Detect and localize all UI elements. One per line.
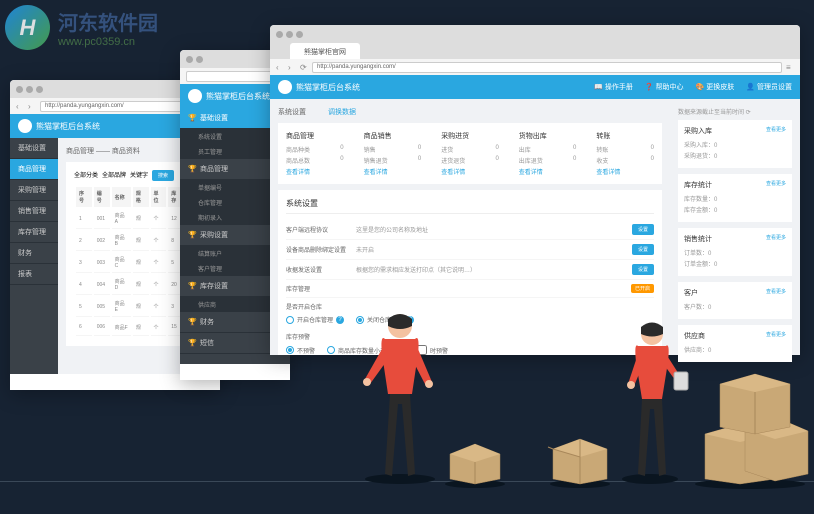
box-stack-illustration	[690, 339, 810, 489]
app-logo-icon	[188, 89, 202, 103]
config-button[interactable]: 设置	[632, 264, 654, 275]
overview-col: 采购进货 进货0 进货退货0 查看详情	[441, 131, 499, 176]
person-illustration	[340, 304, 460, 484]
config-row: 库存管理 已开启	[286, 280, 654, 298]
trophy-icon: 🏆	[188, 165, 196, 173]
stat-card: 销售统计查看更多 订单数：0 订单金额：0	[678, 228, 792, 276]
search-button[interactable]: 搜索	[152, 170, 174, 181]
tab-bar: 熊猫掌柜官网	[270, 43, 800, 59]
window-btn[interactable]	[36, 86, 43, 93]
back-icon[interactable]: ‹	[16, 102, 24, 110]
sidebar-item[interactable]: 商品管理	[10, 159, 58, 180]
config-row: 客户端远程协议 这里是您的公司名称及地址 设置	[286, 220, 654, 240]
stats-header: 数据来源截止至当前时间 ⟳	[678, 107, 792, 116]
browser-tab[interactable]: 熊猫掌柜官网	[290, 43, 360, 59]
watermark-url: www.pc0359.cn	[58, 36, 158, 48]
overview-col: 转账 转账0 收支0 查看详情	[596, 131, 654, 176]
detail-link[interactable]: 查看详情	[364, 167, 422, 176]
filter[interactable]: 全部分类	[74, 170, 98, 181]
window-btn[interactable]	[26, 86, 33, 93]
sidebar-item[interactable]: 基础设置	[10, 138, 58, 159]
detail-link[interactable]: 查看详情	[596, 167, 654, 176]
menu-icon[interactable]: ≡	[786, 63, 794, 71]
reload-icon[interactable]: ⟳	[300, 63, 308, 71]
forward-icon[interactable]: ›	[28, 102, 36, 110]
overview-col: 商品销售 销售0 销售退货0 查看详情	[364, 131, 422, 176]
window-controls	[270, 25, 800, 43]
panel-title: 系统设置	[286, 198, 654, 214]
trophy-icon: 🏆	[188, 231, 196, 239]
sidebar-item[interactable]: 库存管理	[10, 222, 58, 243]
config-row: 设备商品删除绑定设置 未开启 设置	[286, 240, 654, 260]
config-row: 收据发送设置 根据您的需求相应发送打印点（其它说明…） 设置	[286, 260, 654, 280]
trophy-icon: 🏆	[188, 318, 196, 326]
sidebar: 基础设置 商品管理 采购管理 销售管理 库存管理 财务 报表	[10, 138, 58, 374]
trophy-icon: 🏆	[188, 282, 196, 290]
watermark-title: 河东软件园	[58, 7, 158, 36]
person-illustration	[600, 314, 700, 484]
stat-card: 库存统计查看更多 库存数量：0 库存金额：0	[678, 174, 792, 222]
filter[interactable]: 全部品牌	[102, 170, 126, 181]
back-icon[interactable]: ‹	[276, 63, 284, 71]
more-link[interactable]: 查看更多	[766, 126, 786, 136]
window-btn[interactable]	[296, 31, 303, 38]
filter[interactable]: 关键字	[130, 170, 148, 181]
app-header: 熊猫掌柜后台系统 📖操作手册 ❓帮助中心 🎨更换皮肤 👤管理员设置	[270, 75, 800, 99]
url-input[interactable]: http://panda.yungangxin.com/	[312, 62, 782, 73]
config-button[interactable]: 设置	[632, 244, 654, 255]
more-link[interactable]: 查看更多	[766, 288, 786, 298]
watermark: H 河东软件园 www.pc0359.cn	[5, 5, 158, 50]
radio-icon	[327, 346, 335, 354]
header-action[interactable]: ❓帮助中心	[645, 82, 684, 92]
radio-icon	[286, 346, 294, 354]
window-btn[interactable]	[16, 86, 23, 93]
watermark-logo: H	[5, 5, 50, 50]
detail-link[interactable]: 查看详情	[519, 167, 577, 176]
more-link[interactable]: 查看更多	[766, 234, 786, 244]
help-icon: ❓	[645, 83, 654, 91]
window-btn[interactable]	[196, 56, 203, 63]
overview-col: 商品管理 商品种类0 商品总数0 查看详情	[286, 131, 344, 176]
sidebar-item[interactable]: 报表	[10, 264, 58, 285]
trophy-icon: 🏆	[188, 339, 196, 347]
app-logo-icon	[278, 80, 292, 94]
radio-option[interactable]: 开启仓库管理?	[286, 315, 344, 324]
book-icon: 📖	[594, 83, 603, 91]
admin-icon: 👤	[746, 83, 755, 91]
header-action[interactable]: 📖操作手册	[594, 82, 633, 92]
config-button[interactable]: 设置	[632, 224, 654, 235]
detail-link[interactable]: 查看详情	[286, 167, 344, 176]
address-bar: ‹ › ⟳ http://panda.yungangxin.com/ ≡	[270, 59, 800, 75]
window-btn[interactable]	[186, 56, 193, 63]
sidebar-item[interactable]: 采购管理	[10, 180, 58, 201]
radio-icon	[286, 316, 294, 324]
overview-panel: 商品管理 商品种类0 商品总数0 查看详情 商品销售 销售0 销售退货0 查看详…	[278, 123, 662, 184]
more-link[interactable]: 查看更多	[766, 180, 786, 190]
header-action[interactable]: 🎨更换皮肤	[696, 82, 735, 92]
breadcrumb: 系统设置 调换数据	[278, 107, 662, 117]
trophy-icon: 🏆	[188, 114, 196, 122]
overview-col: 货物出库 出库0 出库退货0 查看详情	[519, 131, 577, 176]
breadcrumb-link[interactable]: 调换数据	[328, 109, 356, 116]
stat-card: 采购入库查看更多 采购入库：0 采购退货：0	[678, 120, 792, 168]
detail-link[interactable]: 查看详情	[441, 167, 499, 176]
sidebar-item[interactable]: 财务	[10, 243, 58, 264]
radio-option[interactable]: 不预警	[286, 345, 315, 355]
window-btn[interactable]	[286, 31, 293, 38]
forward-icon[interactable]: ›	[288, 63, 296, 71]
header-action[interactable]: 👤管理员设置	[746, 82, 792, 92]
window-btn[interactable]	[276, 31, 283, 38]
app-logo-icon	[18, 119, 32, 133]
status-tag: 已开启	[631, 284, 654, 293]
skin-icon: 🎨	[696, 83, 705, 91]
app-title: 熊猫掌柜后台系统	[296, 82, 594, 93]
sidebar-item[interactable]: 销售管理	[10, 201, 58, 222]
